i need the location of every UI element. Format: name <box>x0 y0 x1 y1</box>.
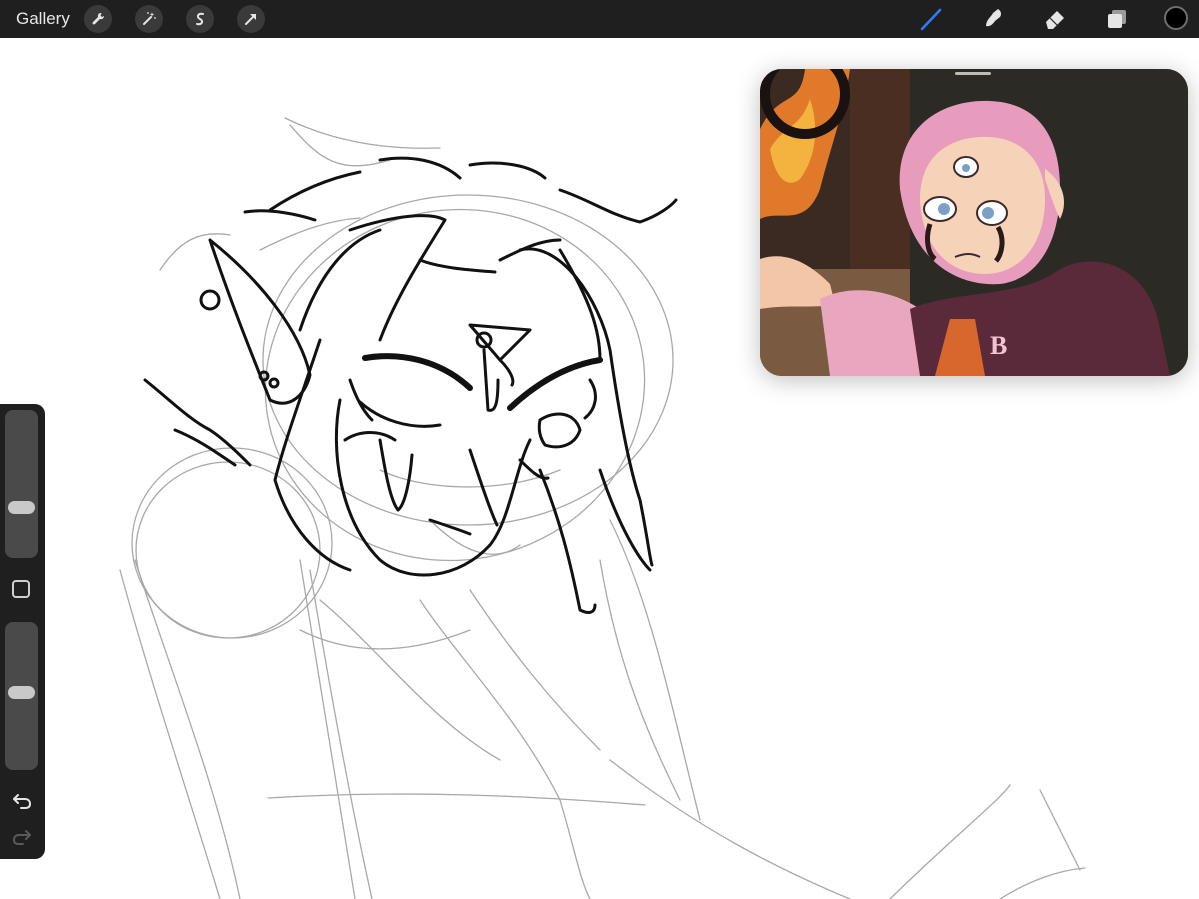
undo-icon[interactable] <box>12 790 32 810</box>
reference-window-handle[interactable] <box>955 72 991 75</box>
ink-lines <box>143 156 678 614</box>
selection-icon[interactable] <box>186 5 214 33</box>
gallery-button[interactable]: Gallery <box>16 9 70 29</box>
layers-icon[interactable] <box>1104 6 1130 32</box>
wrench-icon[interactable] <box>84 5 112 33</box>
brush-icon[interactable] <box>919 6 945 32</box>
opacity-slider[interactable] <box>5 622 38 770</box>
reference-window[interactable]: B <box>760 69 1188 376</box>
smudge-icon[interactable] <box>981 6 1007 32</box>
color-picker-button[interactable] <box>1164 6 1188 30</box>
svg-text:B: B <box>990 331 1007 360</box>
opacity-thumb[interactable] <box>8 686 35 699</box>
top-toolbar: Gallery <box>0 0 1199 38</box>
transform-arrow-icon[interactable] <box>237 5 265 33</box>
brush-size-slider[interactable] <box>5 410 38 558</box>
reference-image: B <box>760 69 1188 376</box>
redo-icon[interactable] <box>12 826 32 846</box>
modify-square-icon[interactable] <box>12 580 30 598</box>
eraser-icon[interactable] <box>1042 6 1068 32</box>
left-sidebar <box>0 404 45 859</box>
brush-size-thumb[interactable] <box>8 501 35 514</box>
magic-wand-icon[interactable] <box>135 5 163 33</box>
